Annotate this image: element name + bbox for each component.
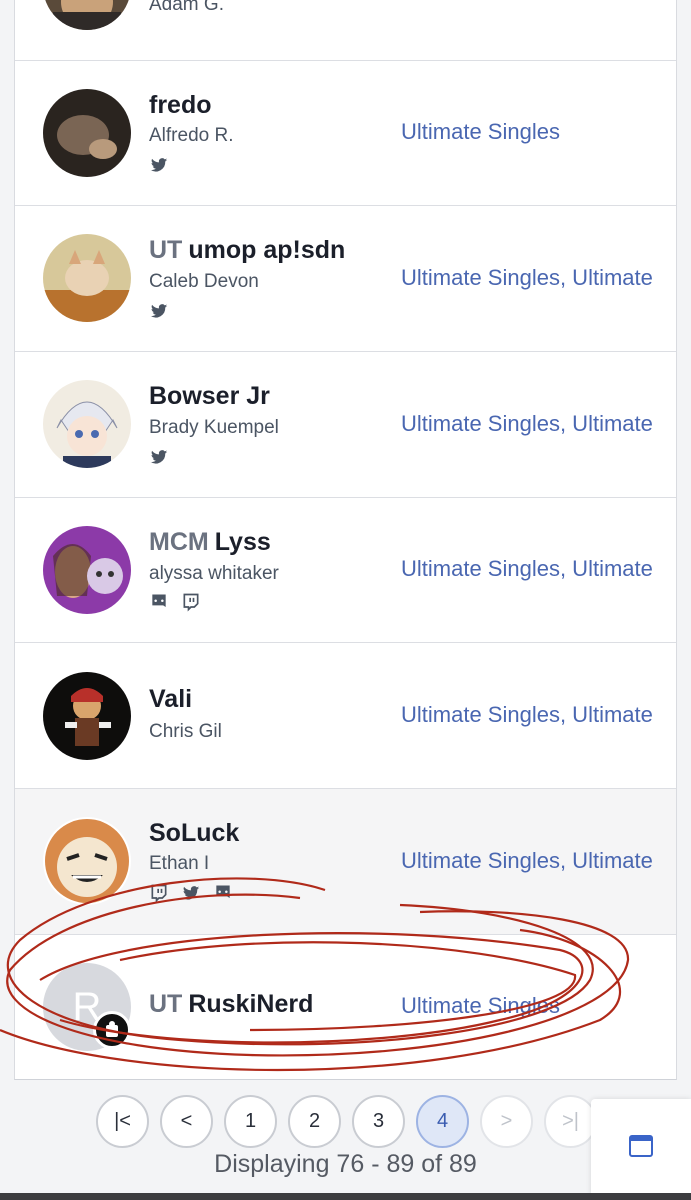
real-name: Adam G. [149,0,224,15]
first-page-button[interactable]: |< [96,1095,149,1148]
tag-name: SoLuck [149,819,240,847]
twitter-icon[interactable] [149,447,169,467]
real-name: Caleb Devon [149,271,259,292]
prev-page-button[interactable]: < [160,1095,213,1148]
last-page-button: >| [544,1095,597,1148]
discord-icon[interactable] [149,592,169,612]
gamertag: MCM Lyss [149,528,271,557]
event-links[interactable]: Ultimate Singles, Ultimate [401,265,653,291]
real-name: Chris Gil [149,721,222,742]
page-2-button[interactable]: 2 [288,1095,341,1148]
sponsor-prefix: UT [149,236,183,264]
event-links[interactable]: Ultimate Singles [401,119,560,145]
avatar [43,0,131,30]
attendee-row[interactable]: fredo Alfredo R. Ultimate Singles [15,61,676,206]
real-name: alyssa whitaker [149,563,279,584]
event-links[interactable]: Ultimate Singles, Ultimate [401,556,653,582]
floating-action-panel[interactable] [591,1099,691,1195]
attendee-row[interactable]: Adam G. [15,0,676,61]
attendee-row[interactable]: R UT RuskiNerd Ultimate Singles [15,935,676,1080]
tag-name: RuskiNerd [188,990,314,1018]
twitch-icon[interactable] [149,883,169,903]
gamertag: UT RuskiNerd [149,990,313,1019]
event-links[interactable]: Ultimate Singles, Ultimate [401,848,653,874]
gamertag: UT umop ap!sdn [149,236,345,265]
window-icon[interactable] [629,1135,653,1157]
tag-name: umop ap!sdn [188,236,346,264]
attendee-list: Adam G. fredo Alfredo R. Ultimate Single… [14,0,677,1080]
gamertag: fredo [149,91,212,120]
avatar [43,817,131,905]
sponsor-prefix: MCM [149,528,209,556]
tag-name: fredo [149,91,212,119]
real-name: Alfredo R. [149,125,234,146]
next-page-button: > [480,1095,533,1148]
attendee-row[interactable]: SoLuck Ethan I Ultimate Singles, Ultimat… [15,789,676,935]
real-name: Brady Kuempel [149,417,279,438]
bottom-bar [0,1193,691,1200]
event-links[interactable]: Ultimate Singles [401,993,560,1019]
twitch-icon[interactable] [181,592,201,612]
event-links[interactable]: Ultimate Singles, Ultimate [401,411,653,437]
avatar [43,526,131,614]
results-count: Displaying 76 - 89 of 89 [214,1150,477,1178]
page-3-button[interactable]: 3 [352,1095,405,1148]
event-links[interactable]: Ultimate Singles, Ultimate [401,702,653,728]
attendee-row[interactable]: Bowser Jr Brady Kuempel Ultimate Singles… [15,352,676,498]
twitter-icon[interactable] [181,883,201,903]
attendee-row[interactable]: UT umop ap!sdn Caleb Devon Ultimate Singl… [15,206,676,352]
tag-name: Vali [149,685,193,713]
gamertag: Bowser Jr [149,382,270,411]
twitter-icon[interactable] [149,155,169,175]
page-4-button[interactable]: 4 [416,1095,469,1148]
page-1-button[interactable]: 1 [224,1095,277,1148]
gamertag: Vali [149,685,192,714]
avatar [43,672,131,760]
tag-name: Lyss [214,528,271,556]
sponsor-prefix: UT [149,990,183,1018]
avatar [43,234,131,322]
verified-badge-icon [93,1011,131,1049]
discord-icon[interactable] [213,883,233,903]
gamertag: SoLuck [149,819,239,848]
avatar [43,89,131,177]
avatar [43,380,131,468]
attendee-row[interactable]: Vali Chris Gil Ultimate Singles, Ultimat… [15,643,676,789]
twitter-icon[interactable] [149,301,169,321]
real-name: Ethan I [149,853,210,874]
attendee-row[interactable]: MCM Lyss alyssa whitaker Ultimate Singles… [15,498,676,643]
pagination: |< < 1 2 3 4 > >| [96,1095,597,1148]
tag-name: Bowser Jr [149,382,270,410]
